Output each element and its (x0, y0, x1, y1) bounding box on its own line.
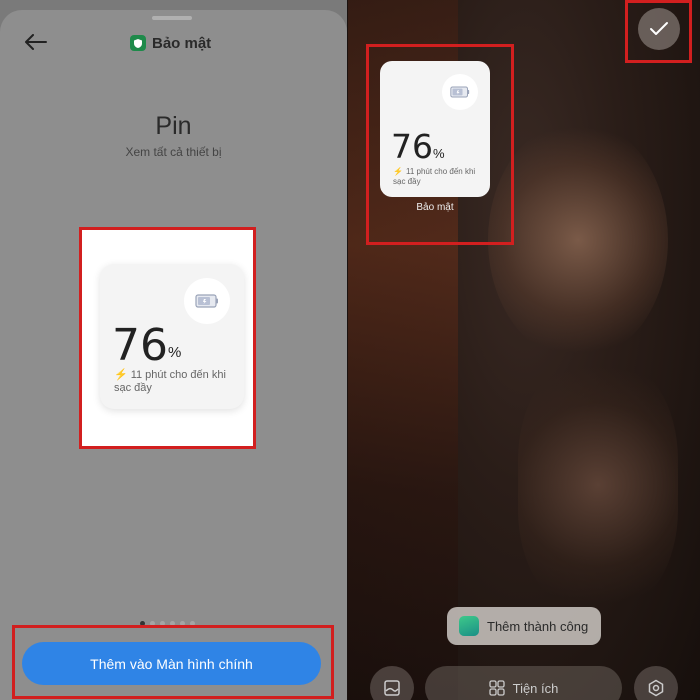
layers-app-icon (459, 616, 479, 636)
charging-bolt-icon: ⚡ (114, 369, 128, 381)
widgets-button[interactable]: Tiện ích (425, 666, 622, 700)
battery-percent: 76 (391, 127, 433, 166)
percent-sign: % (433, 146, 445, 161)
toast-text: Thêm thành công (487, 618, 589, 634)
header-title: Bảo mật (130, 32, 211, 54)
widgets-grid-icon (488, 680, 505, 696)
battery-icon-badge (184, 278, 230, 324)
edit-mode-toolbar: Tiện ích (348, 666, 700, 700)
battery-icon-badge (442, 74, 478, 110)
charging-note: ⚡ 11 phút cho đến khi sạc đầy (393, 167, 483, 187)
arrow-left-icon (25, 34, 47, 50)
wallpaper-blur (518, 360, 678, 610)
back-button[interactable] (22, 30, 50, 54)
charging-bolt-icon: ⚡ (393, 167, 403, 176)
left-panel: Bảo mật Pin Xem tất cả thiết bị 76 % ⚡ 11… (0, 0, 347, 700)
widget-caption: Bảo mật (416, 202, 454, 213)
charging-note-text: 11 phút cho đến khi sạc đầy (114, 369, 226, 394)
battery-icon (195, 294, 218, 308)
success-toast: Thêm thành công (447, 607, 601, 645)
charging-note-text: 11 phút cho đến khi sạc đầy (393, 167, 476, 186)
battery-icon (450, 86, 470, 98)
view-all-devices-link[interactable]: Xem tất cả thiết bị (0, 145, 347, 159)
wallpaper-button[interactable] (370, 666, 414, 700)
placed-battery-widget[interactable]: 76 % ⚡ 11 phút cho đến khi sạc đầy (380, 61, 490, 197)
page-title: Pin (155, 112, 192, 140)
wallpaper-blur (488, 120, 668, 360)
shield-icon (130, 35, 146, 51)
confirm-button[interactable] (638, 8, 680, 50)
charging-note: ⚡ 11 phút cho đến khi sạc đầy (114, 369, 234, 395)
sheet-drag-handle[interactable] (152, 16, 192, 20)
settings-button[interactable] (634, 666, 678, 700)
app-name: Bảo mật (152, 34, 212, 52)
add-to-home-screen-button[interactable]: Thêm vào Màn hình chính (22, 642, 321, 685)
widgets-label: Tiện ích (512, 680, 559, 696)
image-icon (384, 680, 400, 696)
settings-hexagon-icon (648, 679, 664, 697)
checkmark-icon (650, 22, 668, 35)
percent-sign: % (168, 344, 182, 361)
battery-percent: 76 (112, 320, 168, 371)
battery-widget-preview[interactable]: 76 % ⚡ 11 phút cho đến khi sạc đầy (100, 264, 244, 409)
right-panel-home-screen: 76 % ⚡ 11 phút cho đến khi sạc đầy Bảo mậ… (348, 0, 700, 700)
